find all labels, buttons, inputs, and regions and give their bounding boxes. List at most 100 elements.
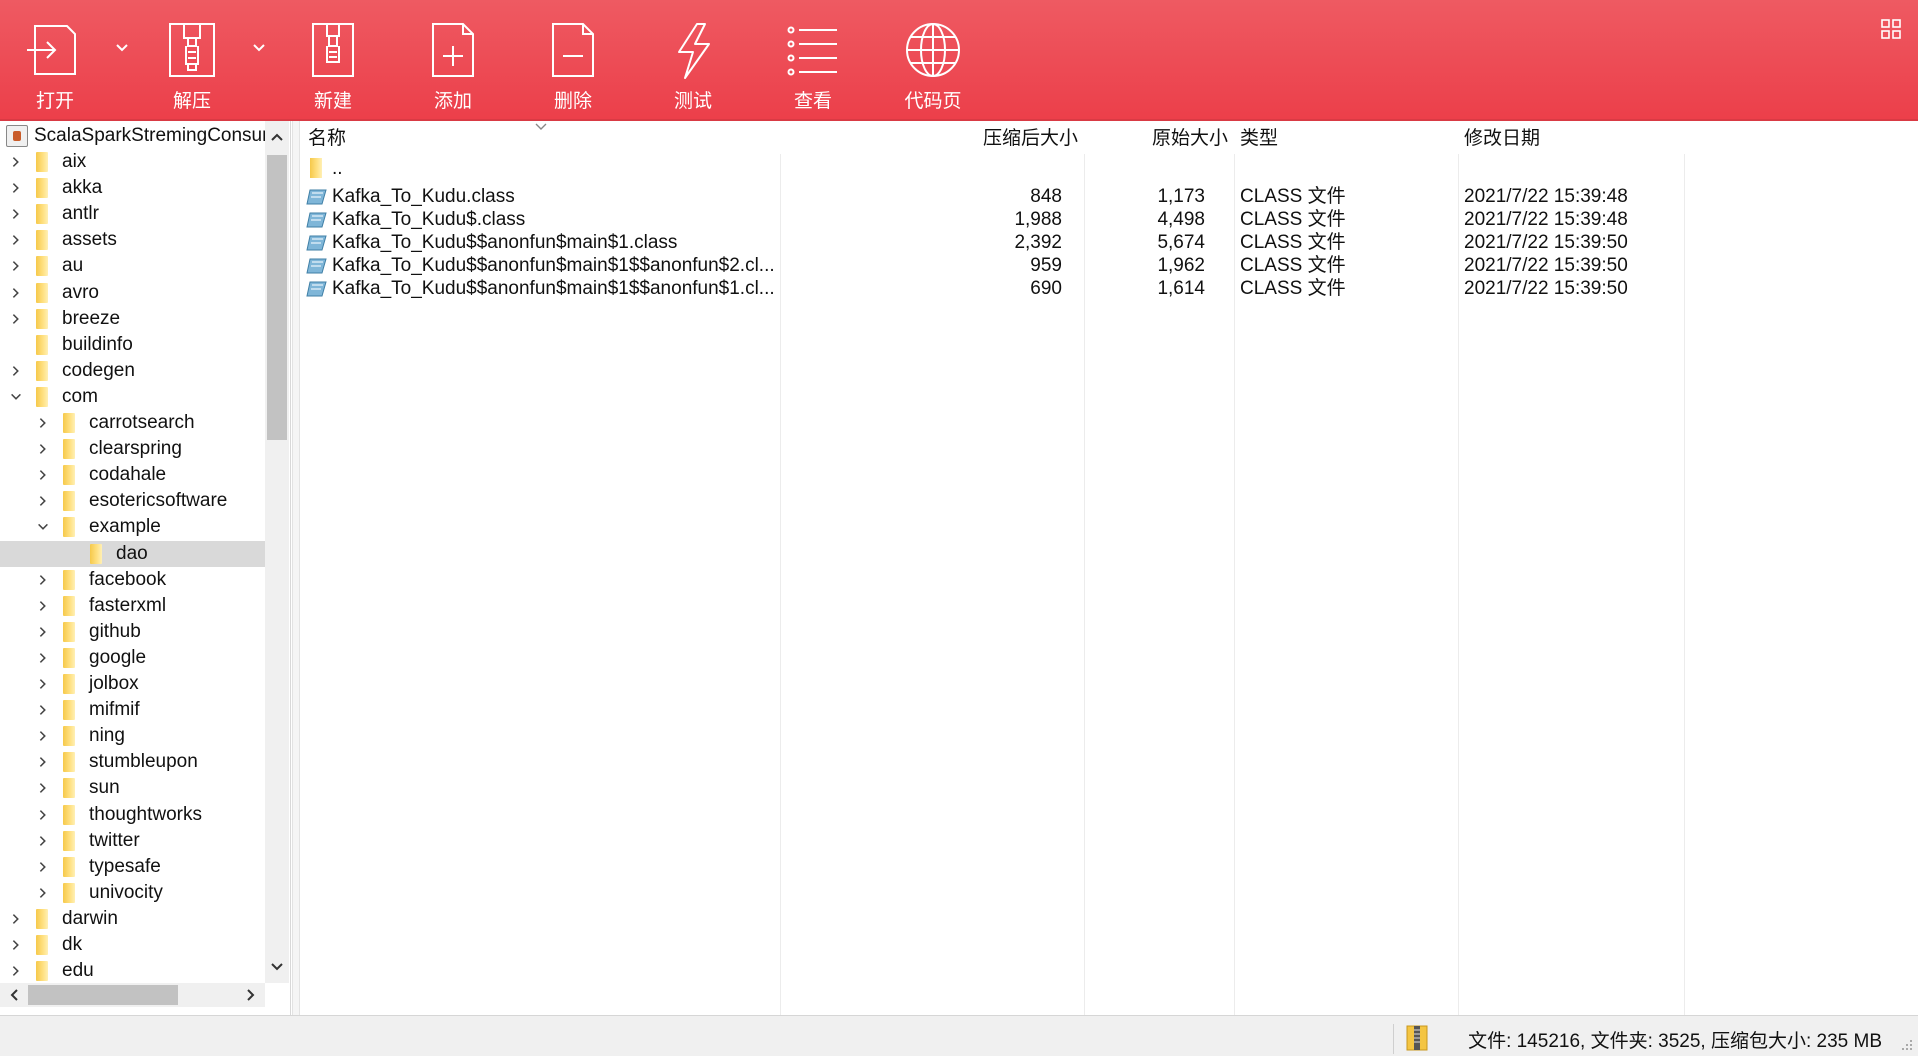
tree-item-google[interactable]: google — [0, 645, 265, 671]
tree-item-twitter[interactable]: twitter — [0, 828, 265, 854]
scroll-right-arrow-icon[interactable] — [243, 987, 259, 1003]
tree-item-carrotsearch[interactable]: carrotsearch — [0, 410, 265, 436]
file-row[interactable]: Kafka_To_Kudu$$anonfun$main$1$$anonfun$1… — [300, 275, 1685, 303]
tree-item-label: clearspring — [89, 438, 182, 460]
column-header-type[interactable]: 类型 — [1234, 121, 1458, 154]
chevron-right-icon[interactable] — [8, 963, 24, 979]
folder-icon — [63, 804, 75, 825]
chevron-right-icon[interactable] — [8, 285, 24, 301]
folder-icon — [63, 465, 75, 486]
tree-root[interactable]: ScalaSparkStremingConsur — [0, 123, 265, 149]
chevron-right-icon[interactable] — [8, 154, 24, 170]
extract-dropdown-chevron-icon[interactable] — [249, 38, 269, 58]
chevron-down-icon[interactable] — [8, 389, 24, 405]
pane-splitter[interactable] — [292, 121, 300, 1015]
chevron-right-icon[interactable] — [35, 833, 51, 849]
chevron-right-icon[interactable] — [8, 937, 24, 953]
open-label: 打开 — [35, 90, 74, 112]
test-button[interactable]: 测试 — [638, 0, 748, 121]
scroll-down-arrow-icon[interactable] — [269, 959, 285, 975]
tree-item-clearspring[interactable]: clearspring — [0, 436, 265, 462]
tree-item-antlr[interactable]: antlr — [0, 201, 265, 227]
chevron-right-icon[interactable] — [35, 467, 51, 483]
chevron-right-icon[interactable] — [8, 206, 24, 222]
tree-item-ning[interactable]: ning — [0, 723, 265, 749]
chevron-right-icon[interactable] — [35, 859, 51, 875]
toolbar: 打开 解压 新建 添加 删除 测试 查看 代码页 — [0, 0, 1918, 121]
chevron-right-icon[interactable] — [35, 676, 51, 692]
tree-item-label: aix — [62, 151, 87, 172]
tree-item-sun[interactable]: sun — [0, 775, 265, 801]
chevron-right-icon[interactable] — [35, 702, 51, 718]
add-button[interactable]: 添加 — [398, 0, 508, 121]
chevron-right-icon[interactable] — [35, 807, 51, 823]
tree-item-stumbleupon[interactable]: stumbleupon — [0, 749, 265, 775]
tree-item-thoughtworks[interactable]: thoughtworks — [0, 802, 265, 828]
chevron-right-icon[interactable] — [8, 258, 24, 274]
chevron-right-icon[interactable] — [35, 441, 51, 457]
tree-item-facebook[interactable]: facebook — [0, 567, 265, 593]
codepage-button[interactable]: 代码页 — [878, 0, 988, 121]
window-layout-icon[interactable] — [1880, 18, 1902, 40]
tree-item-au[interactable]: au — [0, 253, 265, 279]
tree-horizontal-scrollbar[interactable] — [0, 983, 265, 1007]
tree-item-mifmif[interactable]: mifmif — [0, 697, 265, 723]
tree-item-breeze[interactable]: breeze — [0, 306, 265, 332]
chevron-right-icon[interactable] — [8, 311, 24, 327]
tree-item-buildinfo[interactable]: buildinfo — [0, 332, 265, 358]
open-dropdown-chevron-icon[interactable] — [112, 38, 132, 58]
scroll-left-arrow-icon[interactable] — [6, 987, 22, 1003]
tree-item-com[interactable]: com — [0, 384, 265, 410]
tree-item-avro[interactable]: avro — [0, 280, 265, 306]
tree-hscroll-thumb[interactable] — [28, 985, 178, 1005]
folder-icon — [63, 674, 75, 694]
chevron-right-icon[interactable] — [35, 754, 51, 770]
tree-item-codahale[interactable]: codahale — [0, 462, 265, 488]
parent-folder-row[interactable]: .. — [300, 155, 1685, 183]
tree-vscroll-thumb[interactable] — [267, 155, 287, 440]
tree-item-akka[interactable]: akka — [0, 175, 265, 201]
chevron-right-icon[interactable] — [35, 650, 51, 666]
column-header-modified[interactable]: 修改日期 — [1458, 121, 1684, 154]
tree-item-univocity[interactable]: univocity — [0, 880, 265, 906]
tree-item-assets[interactable]: assets — [0, 227, 265, 253]
new-archive-button[interactable]: 新建 — [278, 0, 388, 121]
tree-item-darwin[interactable]: darwin — [0, 906, 265, 932]
chevron-right-icon[interactable] — [35, 493, 51, 509]
tree-item-fasterxml[interactable]: fasterxml — [0, 593, 265, 619]
resize-grip-icon[interactable] — [1900, 1038, 1914, 1052]
chevron-right-icon[interactable] — [8, 180, 24, 196]
extract-button[interactable]: 解压 — [137, 0, 247, 121]
delete-button[interactable]: 删除 — [518, 0, 628, 121]
status-text: 文件: 145216, 文件夹: 3525, 压缩包大小: 235 MB — [1468, 1031, 1882, 1052]
open-button[interactable]: 打开 — [0, 0, 110, 121]
chevron-right-icon[interactable] — [35, 598, 51, 614]
chevron-right-icon[interactable] — [8, 232, 24, 248]
tree-item-edu[interactable]: edu — [0, 958, 265, 983]
chevron-right-icon[interactable] — [35, 885, 51, 901]
tree-vertical-scrollbar[interactable] — [265, 121, 289, 983]
scroll-up-arrow-icon[interactable] — [269, 129, 285, 145]
tree-item-example[interactable]: example — [0, 514, 265, 540]
chevron-right-icon[interactable] — [8, 363, 24, 379]
tree-item-esotericsoftware[interactable]: esotericsoftware — [0, 488, 265, 514]
column-header-packed-size[interactable]: 压缩后大小 — [780, 121, 1084, 154]
column-header-original-size[interactable]: 原始大小 — [1084, 121, 1234, 154]
tree-item-typesafe[interactable]: typesafe — [0, 854, 265, 880]
chevron-right-icon[interactable] — [8, 911, 24, 927]
chevron-right-icon[interactable] — [35, 728, 51, 744]
tree-item-aix[interactable]: aix — [0, 149, 265, 175]
view-button[interactable]: 查看 — [758, 0, 868, 121]
chevron-right-icon[interactable] — [35, 780, 51, 796]
tree-item-dk[interactable]: dk — [0, 932, 265, 958]
chevron-right-icon[interactable] — [35, 415, 51, 431]
folder-icon — [63, 439, 75, 460]
tree-item-github[interactable]: github — [0, 619, 265, 645]
tree-item-jolbox[interactable]: jolbox — [0, 671, 265, 697]
tree-item-dao[interactable]: dao — [0, 540, 265, 567]
tree-item-codegen[interactable]: codegen — [0, 358, 265, 384]
chevron-right-icon[interactable] — [35, 572, 51, 588]
chevron-right-icon[interactable] — [35, 624, 51, 640]
chevron-down-icon[interactable] — [35, 519, 51, 535]
tree-item-label: github — [89, 620, 141, 642]
